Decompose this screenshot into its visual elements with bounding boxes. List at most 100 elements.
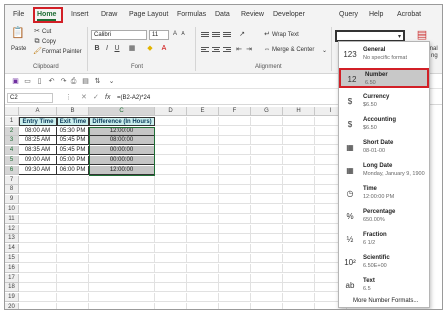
empty-cell[interactable] bbox=[19, 273, 57, 283]
empty-cell[interactable] bbox=[283, 293, 315, 303]
empty-cell[interactable] bbox=[155, 185, 187, 195]
empty-cell[interactable] bbox=[155, 205, 187, 214]
top-align-icon[interactable] bbox=[201, 32, 209, 39]
empty-cell[interactable] bbox=[187, 175, 219, 185]
table-cell[interactable]: 09:00 AM bbox=[19, 156, 57, 165]
column-header-g[interactable]: G bbox=[251, 107, 283, 116]
column-header-a[interactable]: A bbox=[19, 107, 57, 116]
save-icon[interactable]: ▣ bbox=[11, 77, 20, 86]
table-cell[interactable]: 05:45 PM bbox=[57, 146, 89, 156]
borders-icon[interactable]: ▦ bbox=[127, 44, 137, 53]
row-header-1[interactable]: 1 bbox=[5, 116, 19, 126]
empty-cell[interactable] bbox=[219, 146, 251, 156]
merge-center-button[interactable]: Merge & Center bbox=[272, 47, 314, 53]
table-cell[interactable]: 05:00 PM bbox=[57, 156, 89, 165]
tab-insert[interactable]: Insert bbox=[71, 9, 89, 21]
underline-icon[interactable]: U bbox=[113, 44, 121, 53]
bold-icon[interactable]: B bbox=[93, 44, 101, 53]
empty-cell[interactable] bbox=[155, 126, 187, 136]
print-icon[interactable]: ⎙ bbox=[69, 77, 78, 86]
row-header-3[interactable]: 3 bbox=[5, 136, 19, 146]
empty-cell[interactable] bbox=[57, 254, 89, 263]
empty-cell[interactable] bbox=[251, 293, 283, 303]
empty-cell[interactable] bbox=[219, 156, 251, 165]
increase-indent-icon[interactable]: ⇥ bbox=[245, 45, 253, 54]
empty-cell[interactable] bbox=[57, 234, 89, 244]
format-painter-button[interactable]: Format Painter bbox=[42, 49, 82, 55]
empty-cell[interactable] bbox=[283, 254, 315, 263]
empty-cell[interactable] bbox=[155, 244, 187, 254]
empty-cell[interactable] bbox=[219, 185, 251, 195]
table-cell[interactable]: 06:00 PM bbox=[57, 165, 89, 175]
row-header-5[interactable]: 5 bbox=[5, 156, 19, 165]
decrease-font-icon[interactable]: A bbox=[179, 30, 187, 39]
table-cell[interactable]: 05:30 PM bbox=[57, 126, 89, 136]
empty-cell[interactable] bbox=[251, 263, 283, 273]
empty-cell[interactable] bbox=[187, 273, 219, 283]
column-header-d[interactable]: D bbox=[155, 107, 187, 116]
empty-cell[interactable] bbox=[155, 165, 187, 175]
empty-cell[interactable] bbox=[283, 126, 315, 136]
empty-cell[interactable] bbox=[89, 195, 155, 205]
empty-cell[interactable] bbox=[219, 116, 251, 126]
table-header-cell[interactable]: Exit Time bbox=[57, 116, 89, 126]
empty-cell[interactable] bbox=[57, 205, 89, 214]
empty-cell[interactable] bbox=[57, 244, 89, 254]
column-header-c[interactable]: C bbox=[89, 107, 155, 116]
format-option-accounting[interactable]: $ Accounting $6.50 bbox=[339, 115, 429, 135]
empty-cell[interactable] bbox=[89, 293, 155, 303]
conditional-formatting-icon[interactable]: ▤ bbox=[415, 28, 429, 42]
empty-cell[interactable] bbox=[57, 263, 89, 273]
merge-dropdown-icon[interactable]: ⌄ bbox=[322, 47, 327, 54]
empty-cell[interactable] bbox=[57, 224, 89, 234]
empty-cell[interactable] bbox=[283, 116, 315, 126]
empty-cell[interactable] bbox=[251, 205, 283, 214]
table-cell[interactable]: 05:45 PM bbox=[57, 136, 89, 146]
empty-cell[interactable] bbox=[187, 293, 219, 303]
merge-center-icon[interactable]: ⇔ bbox=[263, 45, 271, 54]
paste-label[interactable]: Paste bbox=[11, 46, 26, 52]
row-header-10[interactable]: 10 bbox=[5, 205, 19, 214]
wrap-text-button[interactable]: Wrap Text bbox=[272, 32, 299, 38]
format-option-short-date[interactable]: ▦ Short Date 08-01-00 bbox=[339, 138, 429, 158]
enter-icon[interactable]: ✓ bbox=[93, 93, 99, 103]
empty-cell[interactable] bbox=[57, 185, 89, 195]
empty-cell[interactable] bbox=[219, 303, 251, 309]
empty-cell[interactable] bbox=[251, 195, 283, 205]
tab-review[interactable]: Review bbox=[241, 9, 264, 21]
empty-cell[interactable] bbox=[219, 175, 251, 185]
table-cell[interactable]: 12:00:00 bbox=[89, 126, 155, 136]
tab-query[interactable]: Query bbox=[339, 9, 358, 21]
format-option-long-date[interactable]: ▦ Long Date Monday, January 9, 1900 bbox=[339, 161, 429, 181]
empty-cell[interactable] bbox=[57, 293, 89, 303]
table-header-cell[interactable]: Difference (In Hours) bbox=[89, 116, 155, 126]
row-header-11[interactable]: 11 bbox=[5, 214, 19, 224]
empty-cell[interactable] bbox=[57, 283, 89, 293]
empty-cell[interactable] bbox=[219, 165, 251, 175]
empty-cell[interactable] bbox=[187, 165, 219, 175]
increase-font-icon[interactable]: A bbox=[171, 30, 179, 39]
empty-cell[interactable] bbox=[155, 224, 187, 234]
row-header-7[interactable]: 7 bbox=[5, 175, 19, 185]
copy-button[interactable]: Copy bbox=[42, 39, 56, 45]
empty-cell[interactable] bbox=[57, 195, 89, 205]
empty-cell[interactable] bbox=[283, 273, 315, 283]
tab-data[interactable]: Data bbox=[215, 9, 230, 21]
empty-cell[interactable] bbox=[219, 283, 251, 293]
empty-cell[interactable] bbox=[19, 303, 57, 309]
empty-cell[interactable] bbox=[283, 303, 315, 309]
empty-cell[interactable] bbox=[187, 214, 219, 224]
empty-cell[interactable] bbox=[89, 185, 155, 195]
empty-cell[interactable] bbox=[283, 185, 315, 195]
empty-cell[interactable] bbox=[155, 175, 187, 185]
empty-cell[interactable] bbox=[283, 205, 315, 214]
row-header-18[interactable]: 18 bbox=[5, 283, 19, 293]
table-cell[interactable]: 08:35 AM bbox=[19, 146, 57, 156]
empty-cell[interactable] bbox=[219, 136, 251, 146]
tab-draw[interactable]: Draw bbox=[101, 9, 117, 21]
more-number-formats-link[interactable]: More Number Formats... bbox=[353, 298, 418, 304]
empty-cell[interactable] bbox=[219, 244, 251, 254]
column-header-b[interactable]: B bbox=[57, 107, 89, 116]
empty-cell[interactable] bbox=[283, 195, 315, 205]
empty-cell[interactable] bbox=[219, 205, 251, 214]
